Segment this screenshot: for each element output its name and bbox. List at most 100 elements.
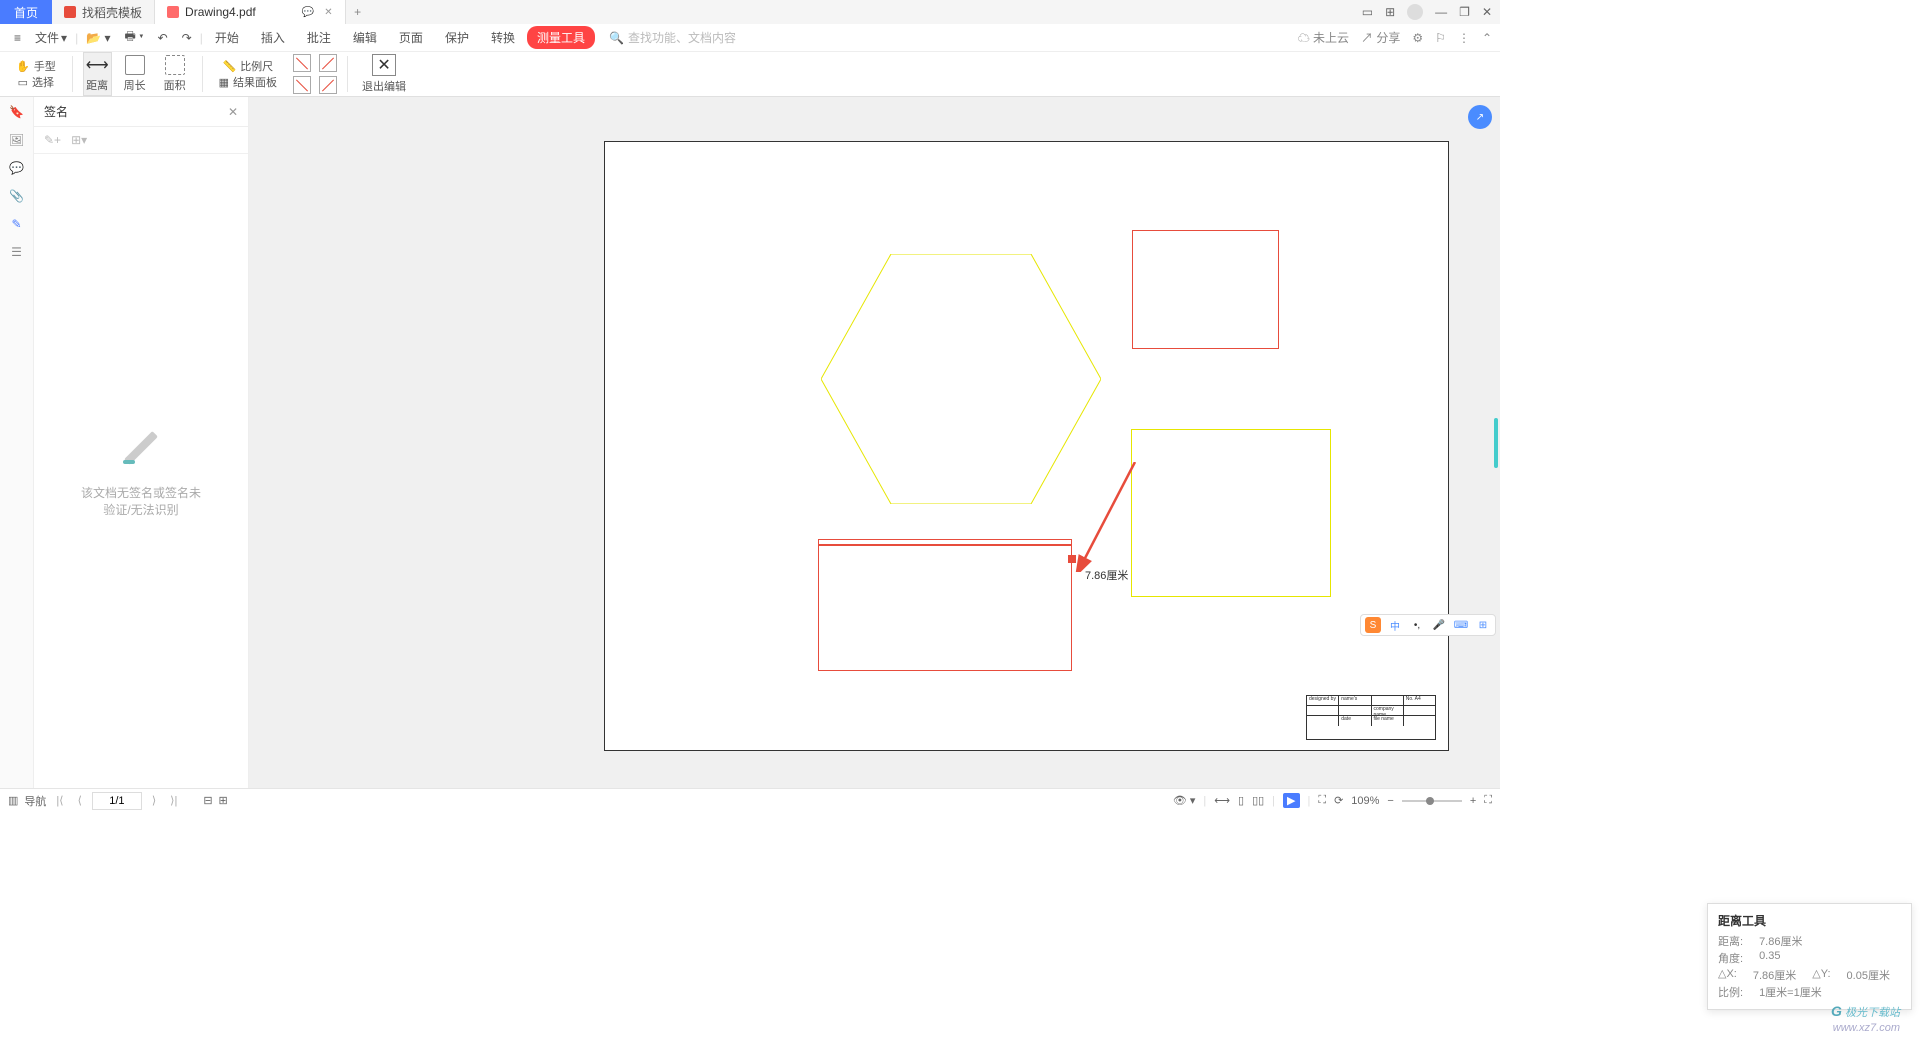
measurement-line[interactable] — [818, 544, 1072, 546]
tab-close-icon[interactable]: ✕ — [324, 7, 332, 18]
maximize-icon[interactable]: ❐ — [1459, 5, 1470, 19]
diag3-icon[interactable] — [319, 54, 337, 72]
tab-home[interactable]: 首页 — [0, 0, 52, 24]
yellow-rect — [1131, 429, 1331, 597]
tool-ruler[interactable]: 📏 比例尺 — [222, 58, 273, 74]
ime-keyboard-icon[interactable]: ⌨ — [1453, 617, 1469, 633]
tool-hand[interactable]: ✋ 手型 — [16, 58, 56, 74]
single-page-icon[interactable]: ▯ — [1238, 794, 1244, 807]
measurement-value: 7.86厘米 — [1085, 567, 1128, 583]
fullscreen-icon[interactable]: ⛶ — [1484, 794, 1492, 807]
main-area: 🔖 🖼 💬 📎 ✎ ☰ 签名 ✕ ✎+ ⊞▾ 该文档无签名或签名未 验证/无法识… — [0, 97, 1500, 788]
sig-options-icon[interactable]: ⊞▾ — [71, 133, 87, 147]
window-controls: ▭ ⊞ — ❐ ✕ — [1362, 4, 1500, 20]
redo-icon[interactable]: ↷ — [176, 29, 198, 47]
print-icon[interactable]: 🖶 ▾ — [119, 25, 150, 50]
user-icon[interactable] — [1407, 4, 1423, 20]
cloud-status[interactable]: ☁ 未上云 — [1298, 29, 1349, 46]
prev-page-icon[interactable]: ⟨ — [74, 794, 86, 807]
menu-measure[interactable]: 测量工具 — [527, 26, 595, 49]
tooltip-title: 距离工具 — [1718, 912, 1901, 929]
tool-perimeter[interactable]: 周长 — [118, 53, 152, 95]
comment-icon[interactable]: 💬 — [9, 161, 24, 175]
ime-grid-icon[interactable]: ⊞ — [1475, 617, 1491, 633]
nav-toggle-icon[interactable]: ▥ — [8, 794, 18, 807]
crop-icon[interactable]: ⛶ — [1318, 794, 1326, 807]
menu-start[interactable]: 开始 — [205, 25, 249, 50]
open-icon[interactable]: 📂 ▾ — [80, 29, 116, 47]
arrow-annotation — [1075, 462, 1145, 572]
share-button[interactable]: ↗ 分享 — [1361, 29, 1400, 46]
red-rect-bottom — [818, 539, 1072, 671]
close-icon[interactable]: ✕ — [1482, 5, 1492, 19]
diag1-icon[interactable] — [293, 54, 311, 72]
first-page-icon[interactable]: |⟨ — [52, 794, 67, 807]
watermark-text: G 极光下载站 — [1831, 1003, 1900, 1020]
view-mode-icon[interactable]: 👁 ▾ — [1173, 794, 1196, 807]
settings-icon[interactable]: ⚙ — [1412, 31, 1423, 45]
tool-select[interactable]: ▭ 选择 — [18, 74, 54, 90]
attachment-icon[interactable]: 📎 — [9, 189, 24, 203]
tool-exit[interactable]: ✕ 退出编辑 — [362, 54, 406, 94]
ime-toolbar[interactable]: S 中 •, 🎤 ⌨ ⊞ — [1360, 614, 1496, 636]
signature-icon[interactable]: ✎ — [11, 217, 21, 231]
side-title: 签名 — [44, 103, 68, 120]
search-box[interactable]: 🔍 查找功能、文档内容 — [609, 29, 736, 46]
page-input[interactable] — [92, 792, 142, 810]
grid-icon[interactable]: ⊞ — [1385, 5, 1395, 19]
more-icon[interactable]: ⋮ — [1458, 31, 1470, 45]
menu-annotate[interactable]: 批注 — [297, 25, 341, 50]
side-close-icon[interactable]: ✕ — [228, 105, 238, 119]
next-page-icon[interactable]: ⟩ — [148, 794, 160, 807]
canvas-area[interactable]: 7.86厘米 designed byname'sNo. A4 company n… — [249, 97, 1500, 788]
tab-template[interactable]: 找稻壳模板 — [52, 0, 155, 24]
floating-action-button[interactable]: ↗ — [1468, 105, 1492, 129]
tab-chat-icon[interactable]: 💬 — [302, 7, 314, 18]
play-icon[interactable]: ▶ — [1283, 793, 1299, 808]
zoom-value[interactable]: 109% — [1351, 795, 1379, 807]
tab-document[interactable]: Drawing4.pdf 💬 ✕ — [155, 0, 346, 24]
menu-insert[interactable]: 插入 — [251, 25, 295, 50]
scroll-indicator[interactable] — [1494, 418, 1498, 468]
two-page-icon[interactable]: ▯▯ — [1252, 794, 1264, 807]
distance-icon: ⟷ — [86, 55, 109, 75]
file-menu[interactable]: 文件 ▾ — [29, 27, 73, 48]
menu-hamburger-icon[interactable]: ≡ — [8, 29, 27, 47]
tool-distance[interactable]: ⟷ 距离 — [83, 52, 112, 96]
bookmark-icon[interactable]: 🔖 — [9, 105, 24, 119]
last-page-icon[interactable]: ⟩| — [166, 794, 181, 807]
collapse-icon[interactable]: ⌃ — [1482, 31, 1492, 45]
zoom-plus-icon[interactable]: + — [1470, 795, 1476, 807]
minimize-icon[interactable]: — — [1435, 5, 1447, 19]
menu-convert[interactable]: 转换 — [481, 25, 525, 50]
diag2-icon[interactable] — [293, 76, 311, 94]
ime-punct-icon[interactable]: •, — [1409, 617, 1425, 633]
add-sig-icon[interactable]: ✎+ — [44, 133, 61, 147]
layout-icon[interactable]: ▭ — [1362, 5, 1373, 19]
tool-area[interactable]: 面积 — [158, 53, 192, 95]
ime-lang-icon[interactable]: 中 — [1387, 617, 1403, 633]
hexagon-shape — [821, 254, 1101, 504]
layers-icon[interactable]: ☰ — [11, 245, 22, 259]
zoom-slider[interactable] — [1402, 800, 1462, 802]
side-toolbar: ✎+ ⊞▾ — [34, 127, 248, 154]
zoom-in-icon[interactable]: ⊞ — [219, 794, 228, 807]
ime-voice-icon[interactable]: 🎤 — [1431, 617, 1447, 633]
menu-protect[interactable]: 保护 — [435, 25, 479, 50]
diag4-icon[interactable] — [319, 76, 337, 94]
zoom-minus-icon[interactable]: − — [1387, 795, 1393, 807]
tool-result-panel[interactable]: ▦ 结果面板 — [219, 74, 277, 90]
title-bar: 首页 找稻壳模板 Drawing4.pdf 💬 ✕ + ▭ ⊞ — ❐ ✕ — [0, 0, 1500, 24]
menu-edit[interactable]: 编辑 — [343, 25, 387, 50]
tab-add-button[interactable]: + — [346, 5, 370, 19]
nav-label[interactable]: 导航 — [24, 793, 46, 809]
image-icon[interactable]: 🖼 — [9, 133, 24, 147]
search-icon: 🔍 — [609, 31, 624, 45]
rotate-icon[interactable]: ⟳ — [1334, 794, 1343, 807]
fit-width-icon[interactable]: ⟷ — [1214, 794, 1230, 807]
undo-icon[interactable]: ↶ — [152, 29, 174, 47]
menu-page[interactable]: 页面 — [389, 25, 433, 50]
zoom-out-icon[interactable]: ⊟ — [203, 794, 212, 807]
ime-logo-icon[interactable]: S — [1365, 617, 1381, 633]
feedback-icon[interactable]: ⚐ — [1435, 31, 1446, 45]
